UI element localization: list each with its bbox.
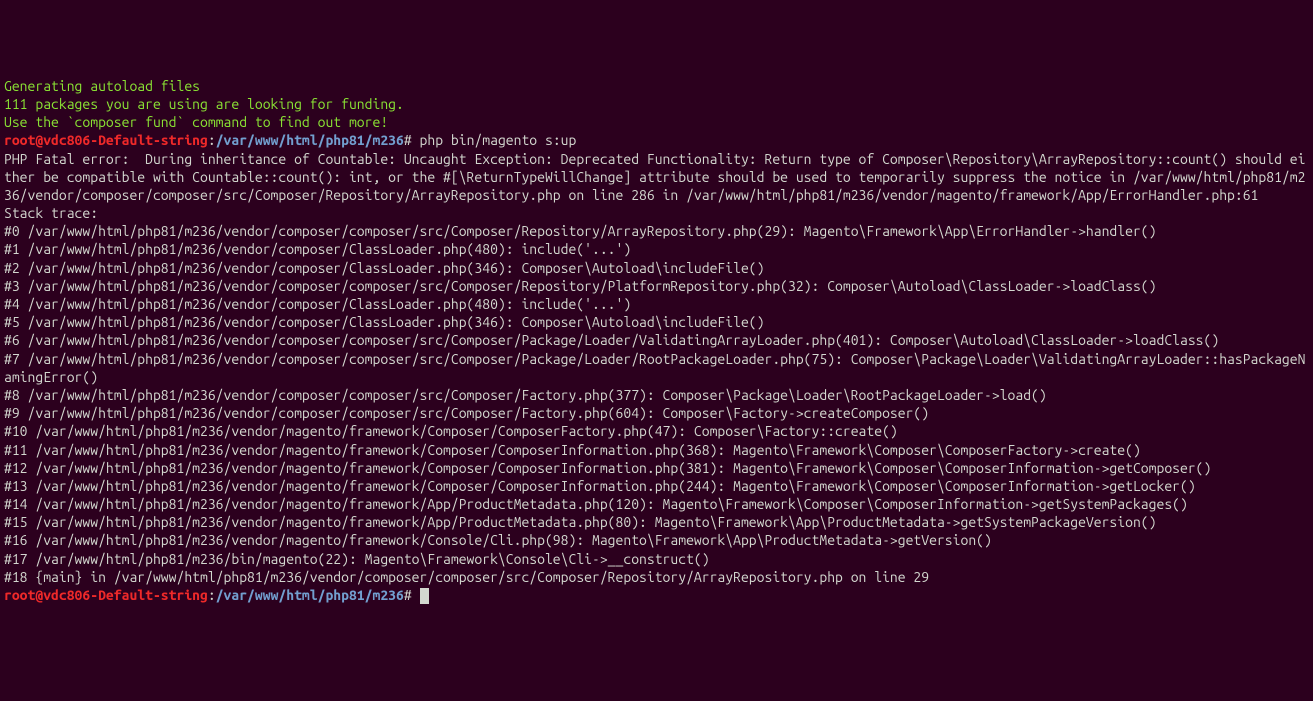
prompt-hash: # [404, 132, 412, 148]
prompt-separator: : [208, 132, 216, 148]
prompt-path: /var/www/html/php81/m236 [216, 587, 404, 603]
stack-frame-2: #2 /var/www/html/php81/m236/vendor/compo… [4, 259, 1309, 277]
stack-frame-11: #11 /var/www/html/php81/m236/vendor/mage… [4, 441, 1309, 459]
prompt-user: root@vdc806-Default-string [4, 132, 208, 148]
stack-frame-13: #13 /var/www/html/php81/m236/vendor/mage… [4, 477, 1309, 495]
stack-frame-0: #0 /var/www/html/php81/m236/vendor/compo… [4, 222, 1309, 240]
prompt-hash: # [404, 587, 412, 603]
composer-autoload-msg: Generating autoload files [4, 77, 1309, 95]
command-prompt-final[interactable]: root@vdc806-Default-string:/var/www/html… [4, 586, 1309, 604]
command-input: php bin/magento s:up [412, 132, 577, 148]
prompt-separator: : [208, 587, 216, 603]
stack-frame-6: #6 /var/www/html/php81/m236/vendor/compo… [4, 331, 1309, 349]
prompt-user: root@vdc806-Default-string [4, 587, 208, 603]
stack-frame-12: #12 /var/www/html/php81/m236/vendor/mage… [4, 459, 1309, 477]
stack-frame-4: #4 /var/www/html/php81/m236/vendor/compo… [4, 295, 1309, 313]
stack-frame-7: #7 /var/www/html/php81/m236/vendor/compo… [4, 350, 1309, 386]
stack-frame-3: #3 /var/www/html/php81/m236/vendor/compo… [4, 277, 1309, 295]
composer-funding-msg: 111 packages you are using are looking f… [4, 95, 1309, 113]
prompt-path: /var/www/html/php81/m236 [216, 132, 404, 148]
composer-fund-hint: Use the `composer fund` command to find … [4, 113, 1309, 131]
cursor-icon [420, 588, 429, 604]
php-fatal-error: PHP Fatal error: During inheritance of C… [4, 150, 1309, 205]
stack-frame-1: #1 /var/www/html/php81/m236/vendor/compo… [4, 240, 1309, 258]
stack-trace-header: Stack trace: [4, 204, 1309, 222]
stack-frame-15: #15 /var/www/html/php81/m236/vendor/mage… [4, 513, 1309, 531]
stack-frame-14: #14 /var/www/html/php81/m236/vendor/mage… [4, 495, 1309, 513]
terminal-output[interactable]: Generating autoload files111 packages yo… [4, 77, 1309, 605]
stack-frame-10: #10 /var/www/html/php81/m236/vendor/mage… [4, 422, 1309, 440]
stack-frame-17: #17 /var/www/html/php81/m236/bin/magento… [4, 550, 1309, 568]
command-prompt-line: root@vdc806-Default-string:/var/www/html… [4, 131, 1309, 149]
stack-frame-8: #8 /var/www/html/php81/m236/vendor/compo… [4, 386, 1309, 404]
stack-frame-5: #5 /var/www/html/php81/m236/vendor/compo… [4, 313, 1309, 331]
stack-frame-18: #18 {main} in /var/www/html/php81/m236/v… [4, 568, 1309, 586]
stack-frame-9: #9 /var/www/html/php81/m236/vendor/compo… [4, 404, 1309, 422]
stack-frame-16: #16 /var/www/html/php81/m236/vendor/mage… [4, 531, 1309, 549]
